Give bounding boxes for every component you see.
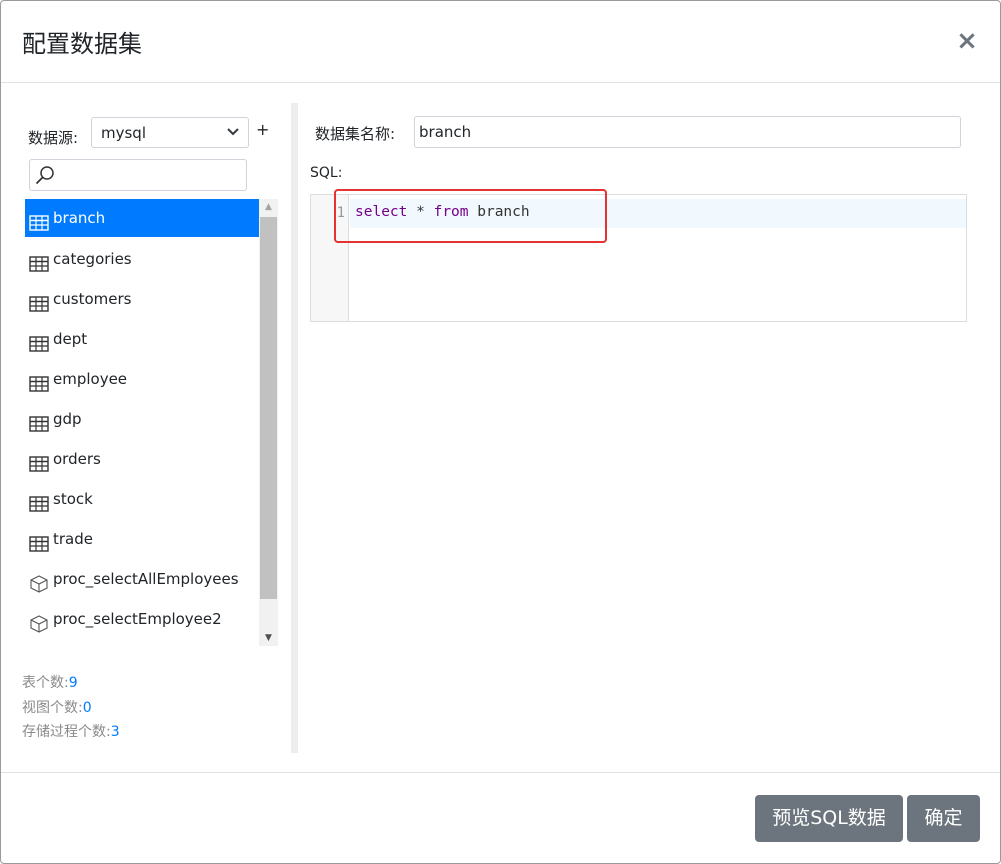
table-icon [29, 490, 49, 512]
table-item-label: orders [53, 449, 101, 468]
sql-label: SQL: [310, 165, 343, 181]
dialog-title: 配置数据集 [22, 30, 142, 58]
table-item-label: stock [53, 489, 93, 508]
dialog-header: 配置数据集 × [1, 1, 1000, 83]
table-item[interactable]: employee [25, 359, 275, 399]
table-item-label: proc_selectAllEmployees [53, 569, 239, 588]
table-item-label: proc_selectEmployee2 [53, 609, 222, 628]
table-icon [29, 250, 49, 272]
dataset-name-input[interactable]: branch [414, 116, 961, 148]
stats-panel: 表个数:9 视图个数:0 存储过程个数:3 [22, 671, 120, 745]
add-datasource-button[interactable]: + [256, 120, 269, 139]
proc-count-value: 3 [110, 724, 120, 740]
cube-icon [29, 610, 49, 633]
table-icon [29, 410, 49, 432]
view-count-row: 视图个数:0 [22, 696, 120, 721]
table-item-label: dept [53, 329, 88, 348]
panel-divider[interactable] [291, 103, 298, 753]
table-item[interactable]: gdp [25, 399, 275, 439]
table-icon [29, 209, 49, 231]
table-item-label: employee [53, 369, 128, 388]
table-count-row: 表个数:9 [22, 671, 120, 696]
proc-count-label: 存储过程个数: [22, 724, 111, 740]
datasource-select[interactable]: mysql [91, 117, 249, 148]
table-item[interactable]: orders [25, 439, 275, 479]
search-input[interactable] [60, 164, 240, 186]
close-button[interactable]: × [956, 28, 978, 54]
cube-icon [29, 570, 49, 593]
view-count-label: 视图个数: [22, 699, 83, 716]
dialog-footer: 预览SQL数据 确定 [1, 772, 1000, 864]
table-icon [29, 330, 49, 352]
table-item[interactable]: categories [25, 239, 275, 279]
table-icon [29, 290, 49, 312]
view-count-value: 0 [82, 699, 92, 716]
table-icon [29, 370, 49, 392]
procedure-item[interactable]: proc_selectEmployee2 [25, 599, 275, 639]
datasource-label: 数据源: [28, 129, 79, 147]
confirm-button[interactable]: 确定 [907, 795, 980, 842]
left-panel: 数据源: mysql + branch categories customers de… [21, 103, 291, 753]
table-item[interactable]: trade [25, 519, 275, 559]
table-count-value: 9 [68, 675, 78, 691]
table-item[interactable]: dept [25, 319, 275, 359]
table-item[interactable]: stock [25, 479, 275, 519]
table-list: branch categories customers dept employee gdp… [25, 199, 275, 646]
table-item-label: branch [53, 208, 106, 227]
table-item-label: gdp [53, 409, 82, 428]
scroll-up-icon[interactable]: ▲ [259, 199, 278, 215]
proc-count-row: 存储过程个数:3 [22, 720, 120, 745]
table-item[interactable]: branch [25, 199, 275, 237]
table-icon [29, 530, 49, 552]
table-item-label: trade [53, 529, 93, 548]
datasource-selected: mysql [101, 124, 146, 142]
table-item-label: categories [53, 249, 132, 268]
table-list-scrollbar[interactable]: ▲ ▼ [259, 199, 278, 646]
dataset-name-label: 数据集名称: [315, 125, 396, 143]
chevron-down-icon [226, 122, 240, 149]
preview-sql-button[interactable]: 预览SQL数据 [755, 795, 903, 842]
annotation-highlight-box [334, 189, 607, 243]
table-count-label: 表个数: [22, 675, 69, 691]
search-icon [35, 166, 54, 185]
table-item[interactable]: customers [25, 279, 275, 319]
table-search[interactable] [29, 159, 247, 191]
table-item-label: customers [53, 289, 132, 308]
procedure-item[interactable]: proc_selectAllEmployees [25, 559, 275, 599]
scroll-thumb[interactable] [260, 217, 277, 599]
scroll-down-icon[interactable]: ▼ [259, 630, 278, 646]
table-icon [29, 450, 49, 472]
config-dataset-dialog: 配置数据集 × 数据源: mysql + branch categories cus… [0, 0, 1001, 864]
